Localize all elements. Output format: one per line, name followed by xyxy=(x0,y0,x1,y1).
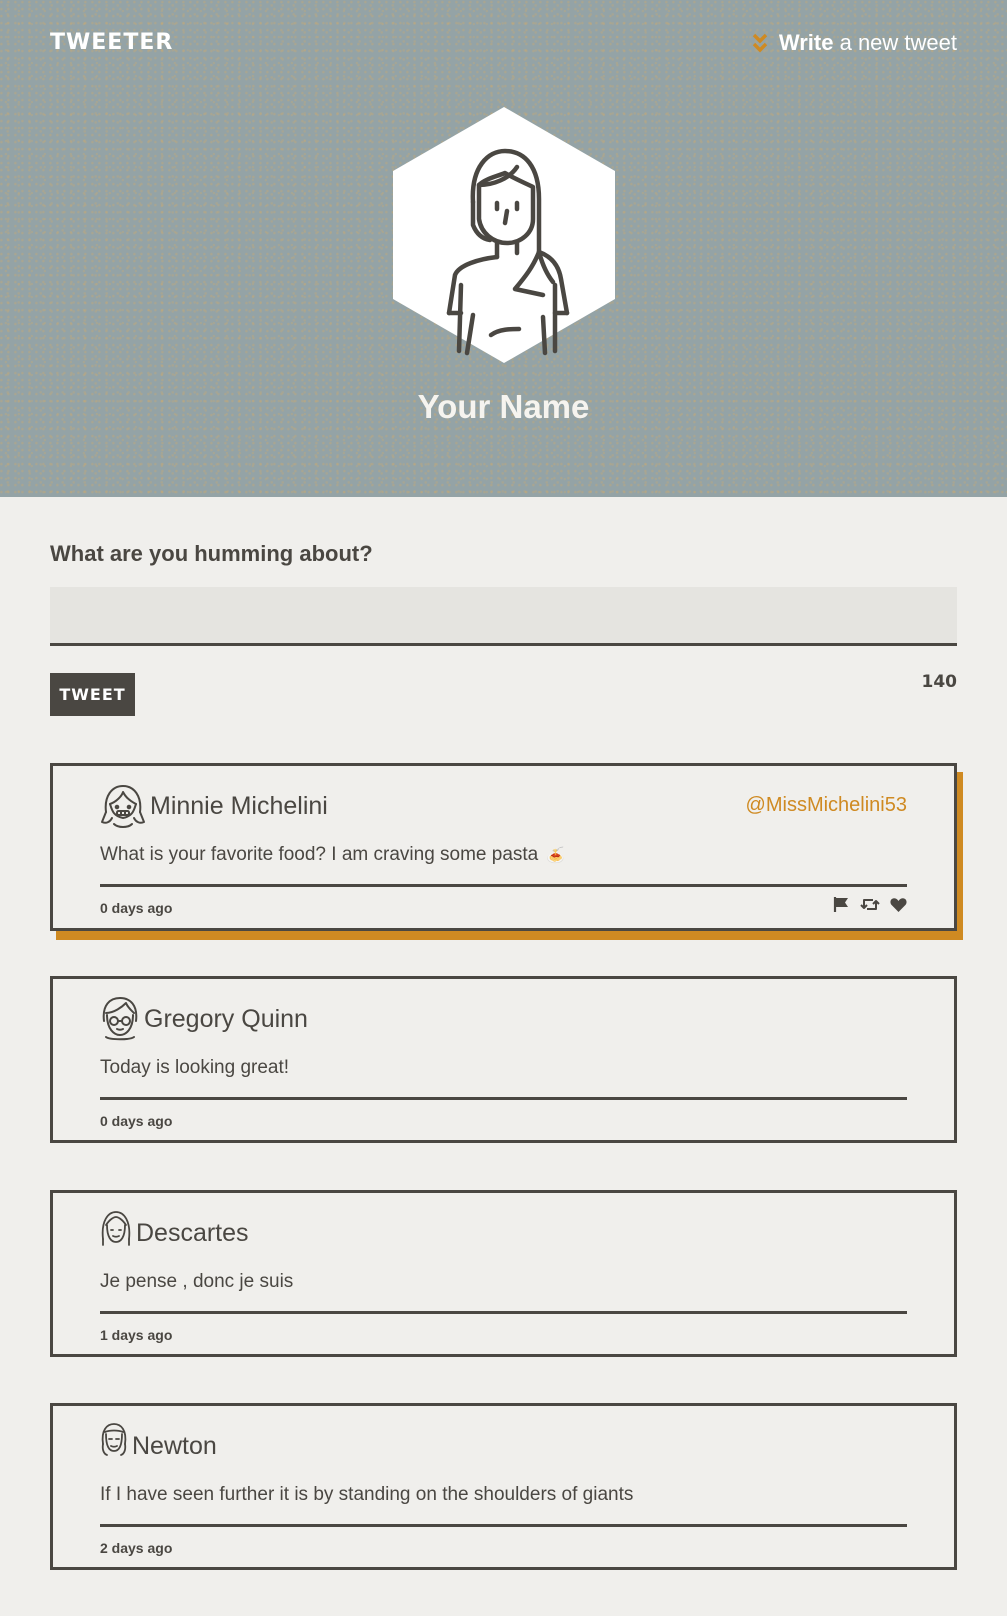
tweet-timestamp: 1 days ago xyxy=(100,1327,173,1343)
tweet-card[interactable]: Newton If I have seen further it is by s… xyxy=(50,1403,957,1570)
newton-avatar-icon xyxy=(100,1422,128,1470)
compose-label: What are you humming about? xyxy=(50,541,373,566)
tweet-author[interactable]: Gregory Quinn xyxy=(144,1005,308,1034)
tweet-author[interactable]: Minnie Michelini xyxy=(150,792,328,821)
tweet-actions xyxy=(833,896,907,913)
profile-header: TWEETER Write a new tweet Your Name xyxy=(0,0,1007,497)
pasta-emoji: 🍝 xyxy=(546,847,565,864)
tweet-divider xyxy=(100,1311,907,1314)
chevron-double-down-icon xyxy=(751,32,769,54)
tweet-timestamp: 0 days ago xyxy=(100,900,173,916)
tweet-text-content: If I have seen further it is by standing… xyxy=(100,1484,634,1505)
girl-avatar-icon xyxy=(100,782,146,830)
tweet-divider xyxy=(100,884,907,887)
brand-logo[interactable]: TWEETER xyxy=(50,30,173,55)
tweet-author[interactable]: Descartes xyxy=(136,1219,249,1248)
tweet-card[interactable]: Descartes Je pense , donc je suis 1 days… xyxy=(50,1190,957,1357)
tweet-text-content: What is your favorite food? I am craving… xyxy=(100,844,539,865)
character-count: 140 xyxy=(921,672,958,692)
compose-input[interactable] xyxy=(50,587,957,646)
write-link-bold: Write xyxy=(778,30,834,55)
tweet-divider xyxy=(100,1524,907,1527)
glasses-avatar-icon xyxy=(100,995,140,1043)
tweet-timestamp: 2 days ago xyxy=(100,1540,173,1556)
tweet-button[interactable]: TWEET xyxy=(50,673,135,716)
write-new-tweet-link[interactable]: Write a new tweet xyxy=(751,30,957,56)
retweet-icon[interactable] xyxy=(860,896,880,913)
tweet-text: What is your favorite food? I am craving… xyxy=(100,844,565,866)
tweet-author[interactable]: Newton xyxy=(132,1432,217,1461)
profile-name: Your Name xyxy=(417,388,590,425)
tweet-text: Today is looking great! xyxy=(100,1057,289,1079)
write-link-rest: a new tweet xyxy=(839,30,957,55)
heart-icon[interactable] xyxy=(890,897,907,913)
tweet-text-content: Je pense , donc je suis xyxy=(100,1271,294,1292)
tweet-header: Newton xyxy=(100,1422,217,1470)
profile-avatar xyxy=(393,107,615,363)
descartes-avatar-icon xyxy=(100,1209,132,1257)
flag-icon[interactable] xyxy=(833,896,850,913)
tweet-text: If I have seen further it is by standing… xyxy=(100,1484,633,1506)
tweet-header: Minnie Michelini xyxy=(100,782,328,830)
tweet-handle[interactable]: @MissMichelini53 xyxy=(746,794,907,817)
tweet-header: Descartes xyxy=(100,1209,249,1257)
tweet-card[interactable]: Gregory Quinn Today is looking great! 0 … xyxy=(50,976,957,1143)
tweet-card[interactable]: Minnie Michelini @MissMichelini53 What i… xyxy=(50,763,957,931)
tweet-text-content: Today is looking great! xyxy=(100,1057,290,1078)
tweet-header: Gregory Quinn xyxy=(100,995,308,1043)
tweet-timestamp: 0 days ago xyxy=(100,1113,173,1129)
tweet-divider xyxy=(100,1097,907,1100)
tweet-text: Je pense , donc je suis xyxy=(100,1271,293,1293)
